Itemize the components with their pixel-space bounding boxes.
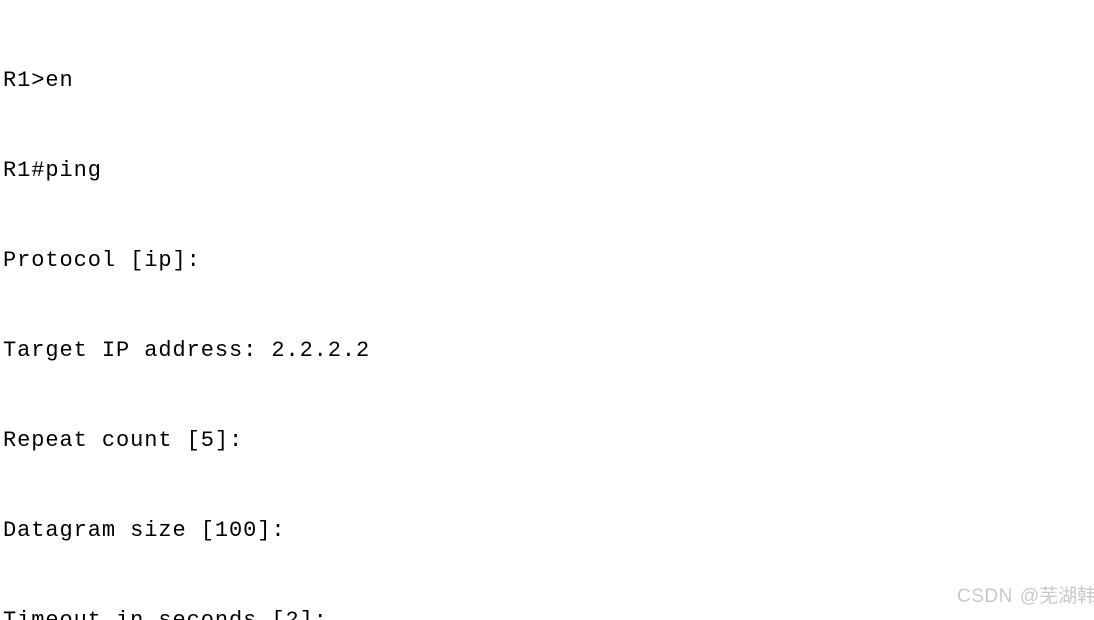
terminal-line: R1#ping (3, 158, 102, 183)
terminal-line-list: R1>en R1#ping Protocol [ip]: Target IP a… (3, 6, 1094, 620)
terminal-line: Timeout in seconds [2]: (3, 606, 1094, 620)
terminal-line: R1>en (3, 68, 74, 93)
terminal-screen: p R1>en R1#ping Protocol [ip]: Target IP… (0, 0, 1094, 620)
terminal-line: Target IP address: 2.2.2.2 (3, 338, 371, 363)
terminal-line: Repeat count [5]: (3, 428, 244, 453)
terminal-output[interactable]: R1>en R1#ping Protocol [ip]: Target IP a… (0, 0, 1094, 620)
terminal-line: Datagram size [100]: (3, 518, 286, 543)
terminal-line: Protocol [ip]: (3, 248, 201, 273)
